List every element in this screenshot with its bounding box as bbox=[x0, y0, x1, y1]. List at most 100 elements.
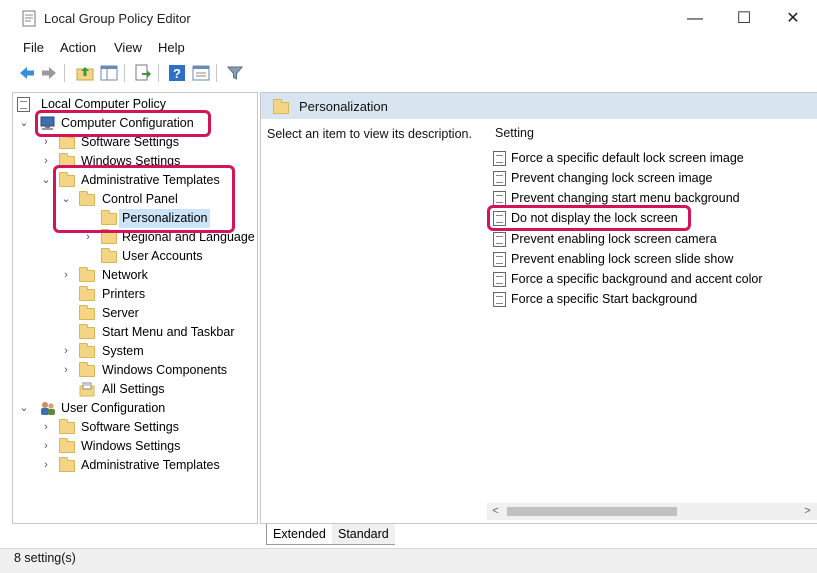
folder-icon bbox=[59, 419, 75, 434]
details-pane[interactable]: Personalization Select an item to view i… bbox=[260, 92, 817, 524]
tree-item-label: User Accounts bbox=[122, 249, 203, 263]
highlight-ring-computer-configuration bbox=[35, 110, 211, 137]
show-hide-tree-icon[interactable] bbox=[100, 64, 118, 82]
details-header-title: Personalization bbox=[299, 99, 388, 114]
chevron-right-icon[interactable]: › bbox=[41, 456, 51, 475]
policy-setting-icon bbox=[493, 272, 506, 287]
minimize-button[interactable]: — bbox=[680, 8, 710, 30]
folder-icon bbox=[79, 286, 95, 301]
details-horizontal-scrollbar[interactable]: < > bbox=[487, 503, 817, 520]
toolbar-separator bbox=[158, 64, 159, 82]
users-icon bbox=[41, 402, 55, 415]
properties-view-icon[interactable] bbox=[192, 64, 210, 82]
svg-text:?: ? bbox=[173, 66, 181, 81]
chevron-right-icon[interactable]: › bbox=[41, 437, 51, 456]
menu-view[interactable]: View bbox=[114, 40, 142, 55]
folder-icon bbox=[101, 229, 117, 244]
tree-item-label: Administrative Templates bbox=[81, 458, 220, 472]
policy-document-icon bbox=[17, 97, 30, 112]
highlight-ring-admin-templates-control-panel bbox=[53, 165, 235, 233]
policy-setting-icon bbox=[493, 252, 506, 267]
tree-item-label: System bbox=[102, 344, 144, 358]
policy-setting-icon bbox=[493, 292, 506, 307]
tree-item-label: Windows Settings bbox=[81, 439, 181, 453]
setting-label: Force a specific default lock screen ima… bbox=[511, 151, 744, 165]
tree-item-label: Network bbox=[102, 268, 148, 282]
chevron-down-icon[interactable]: ⌄ bbox=[19, 399, 29, 418]
scroll-right-icon[interactable]: > bbox=[799, 503, 816, 520]
tree-item-printers[interactable]: Printers bbox=[17, 285, 247, 304]
folder-icon bbox=[273, 99, 289, 114]
chevron-right-icon[interactable]: › bbox=[61, 361, 71, 380]
tree-item-windows-components[interactable]: › Windows Components bbox=[17, 361, 247, 380]
policy-setting-icon bbox=[493, 232, 506, 247]
description-hint: Select an item to view its description. bbox=[267, 127, 472, 141]
scrollbar-thumb[interactable] bbox=[507, 507, 677, 516]
chevron-right-icon[interactable]: › bbox=[61, 266, 71, 285]
forward-arrow-icon[interactable] bbox=[40, 64, 58, 82]
column-header-setting[interactable]: Setting bbox=[495, 126, 534, 140]
all-settings-icon bbox=[79, 382, 95, 397]
policy-setting-icon bbox=[493, 191, 506, 206]
setting-label: Force a specific background and accent c… bbox=[511, 272, 763, 286]
tree-item-user-configuration[interactable]: ⌄ User Configuration bbox=[17, 399, 247, 418]
status-text: 8 setting(s) bbox=[14, 551, 76, 565]
tree-item-user-accounts[interactable]: User Accounts bbox=[17, 247, 247, 266]
filter-icon[interactable] bbox=[226, 64, 244, 82]
tree-item-user-administrative-templates[interactable]: › Administrative Templates bbox=[17, 456, 247, 475]
maximize-button[interactable]: ☐ bbox=[729, 8, 759, 30]
menu-action[interactable]: Action bbox=[60, 40, 96, 55]
window-title: Local Group Policy Editor bbox=[44, 11, 191, 26]
status-bar bbox=[0, 548, 817, 573]
tree-item-label: Start Menu and Taskbar bbox=[102, 325, 235, 339]
tree-item-user-windows-settings[interactable]: › Windows Settings bbox=[17, 437, 247, 456]
chevron-down-icon[interactable]: ⌄ bbox=[19, 114, 29, 133]
folder-icon bbox=[59, 457, 75, 472]
pane-divider bbox=[487, 119, 488, 499]
folder-icon bbox=[59, 134, 75, 149]
tree-item-label: All Settings bbox=[102, 382, 165, 396]
tree-item-label: Windows Components bbox=[102, 363, 228, 377]
tree-item-label: User Configuration bbox=[61, 401, 166, 415]
console-tree-pane[interactable]: Local Computer Policy ⌄ Computer Configu… bbox=[12, 92, 258, 524]
folder-icon bbox=[79, 324, 95, 339]
tree-item-label: Printers bbox=[102, 287, 146, 301]
tree-item-user-software-settings[interactable]: › Software Settings bbox=[17, 418, 247, 437]
policy-setting-icon bbox=[493, 171, 506, 186]
toolbar-separator bbox=[124, 64, 125, 82]
close-button[interactable]: ✕ bbox=[778, 8, 808, 30]
scroll-left-icon[interactable]: < bbox=[487, 503, 504, 520]
tree-item-server[interactable]: Server bbox=[17, 304, 247, 323]
setting-label: Force a specific Start background bbox=[511, 292, 698, 306]
help-icon[interactable]: ? bbox=[168, 64, 186, 82]
toolbar-separator bbox=[64, 64, 65, 82]
folder-icon bbox=[79, 267, 95, 282]
tree-item-all-settings[interactable]: All Settings bbox=[17, 380, 247, 399]
policy-setting-icon bbox=[493, 151, 506, 166]
chevron-right-icon[interactable]: › bbox=[41, 418, 51, 437]
tree-item-network[interactable]: › Network bbox=[17, 266, 247, 285]
menu-file[interactable]: File bbox=[23, 40, 44, 55]
tree-item-start-menu-and-taskbar[interactable]: Start Menu and Taskbar bbox=[17, 323, 247, 342]
tab-standard[interactable]: Standard bbox=[332, 524, 395, 545]
chevron-right-icon[interactable]: › bbox=[41, 152, 51, 171]
tree-item-label: Software Settings bbox=[81, 420, 179, 434]
back-arrow-icon[interactable] bbox=[18, 64, 36, 82]
highlight-ring-do-not-display-lock-screen bbox=[487, 205, 691, 231]
folder-icon bbox=[79, 305, 95, 320]
tree-item-label: Server bbox=[102, 306, 139, 320]
toolbar bbox=[0, 60, 817, 86]
folder-icon bbox=[79, 343, 95, 358]
menu-help[interactable]: Help bbox=[158, 40, 185, 55]
chevron-down-icon[interactable]: ⌄ bbox=[41, 171, 51, 190]
chevron-right-icon[interactable]: › bbox=[61, 342, 71, 361]
tab-extended[interactable]: Extended bbox=[266, 524, 333, 545]
toolbar-separator bbox=[216, 64, 217, 82]
group-policy-app-icon bbox=[22, 10, 36, 27]
export-list-icon[interactable] bbox=[134, 64, 152, 82]
folder-icon bbox=[59, 438, 75, 453]
tree-item-system[interactable]: › System bbox=[17, 342, 247, 361]
up-folder-icon[interactable] bbox=[76, 64, 94, 82]
setting-label: Prevent enabling lock screen slide show bbox=[511, 252, 734, 266]
folder-icon bbox=[79, 362, 95, 377]
